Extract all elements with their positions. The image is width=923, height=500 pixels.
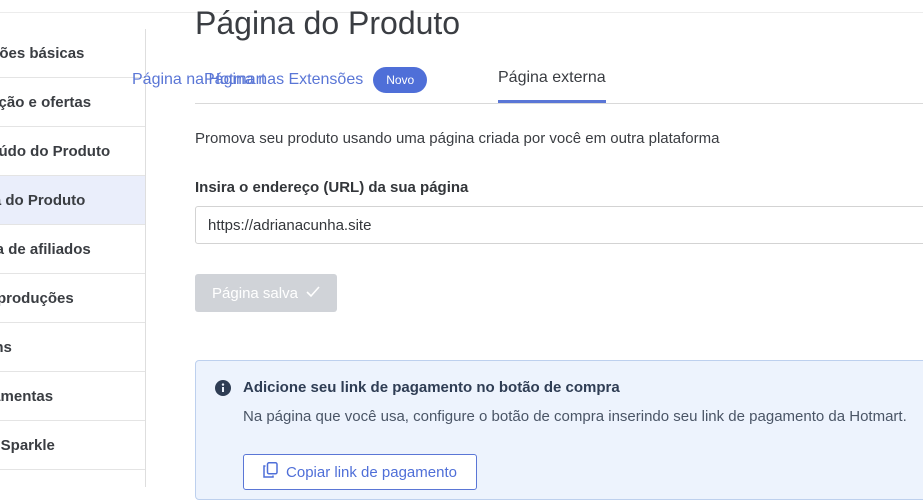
page-description: Promova seu produto usando uma página cr… (195, 130, 720, 147)
sidebar-item-pagina-do-produto[interactable]: Página do Produto (0, 176, 145, 225)
tab-label: Página externa (498, 69, 606, 86)
tab-label: Página nas Extensões (204, 70, 364, 88)
sidebar-item-label: Informações básicas (0, 44, 85, 62)
sidebar-item-label: Conteúdo do Produto (0, 142, 111, 160)
tab-bar: Página na Hotmart Página nas Extensões N… (132, 56, 923, 104)
info-box-text: Na página que você usa, configure o botã… (243, 408, 907, 425)
sidebar-item-conteudo[interactable]: Conteúdo do Produto (0, 127, 145, 176)
sidebar-item-label: Ferramentas (0, 387, 54, 405)
sidebar-item-coproducoes[interactable]: Coproduções (0, 274, 145, 323)
copy-button-label: Copiar link de pagamento (286, 463, 457, 481)
sidebar-item-label: Cupons (0, 338, 12, 356)
save-button-label: Página salva (212, 284, 298, 302)
tab-pagina-nas-extensoes[interactable]: Página nas Extensões Novo (204, 56, 428, 103)
sidebar-item-programa-afiliados[interactable]: Programa de afiliados (0, 225, 145, 274)
sidebar-item-precificacao[interactable]: Precificação e ofertas (0, 78, 145, 127)
sidebar-item-label: Precificação e ofertas (0, 93, 92, 111)
tab-pagina-externa[interactable]: Página externa (498, 56, 606, 103)
sidebar-item-cupons[interactable]: Cupons (0, 323, 145, 372)
copy-payment-link-button[interactable]: Copiar link de pagamento (243, 454, 477, 490)
url-field-label: Insira o endereço (URL) da sua página (195, 179, 469, 196)
payment-link-info-box: Adicione seu link de pagamento no botão … (195, 360, 923, 500)
sidebar-item-label: Coproduções (0, 289, 74, 307)
sidebar-item-informacoes-basicas[interactable]: Informações básicas (0, 29, 145, 78)
url-input[interactable] (195, 206, 923, 244)
top-divider (0, 12, 923, 13)
sidebar: Informações básicas Precificação e ofert… (0, 29, 146, 487)
page-title: Página do Produto (195, 5, 461, 41)
check-icon (306, 285, 320, 302)
sidebar-item-hotmart-sparkle[interactable]: Hotmart Sparkle (0, 421, 145, 470)
info-circle-icon (215, 380, 231, 396)
save-button[interactable]: Página salva (195, 274, 337, 312)
sidebar-item-label: Página do Produto (0, 191, 86, 209)
info-box-title: Adicione seu link de pagamento no botão … (243, 379, 620, 396)
sidebar-item-label: Programa de afiliados (0, 240, 91, 258)
new-badge: Novo (373, 66, 428, 93)
copy-icon (263, 462, 278, 482)
sidebar-item-label: Hotmart Sparkle (0, 436, 55, 454)
sidebar-item-ferramentas[interactable]: Ferramentas (0, 372, 145, 421)
